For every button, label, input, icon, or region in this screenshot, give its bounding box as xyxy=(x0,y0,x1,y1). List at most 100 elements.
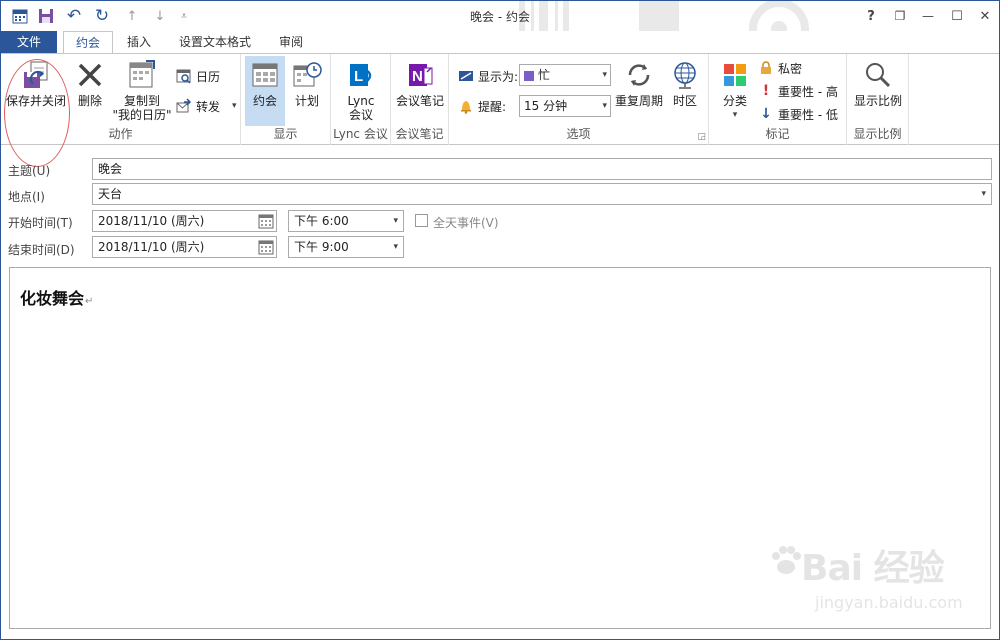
all-day-label: 全天事件(V) xyxy=(433,216,499,230)
show-as-icon xyxy=(457,67,475,85)
calendar-picker-icon[interactable] xyxy=(258,213,274,229)
group-zoom: 显示比例 显示比例 xyxy=(847,54,909,145)
group-show-label: 显示 xyxy=(273,127,298,141)
categorize-button[interactable]: 分类 ▾ xyxy=(713,58,757,122)
group-tags: 分类 ▾ 私密 ! 重要性 - 高 ↓ 重要性 - 低 标记 xyxy=(709,54,847,145)
tab-review[interactable]: 审阅 xyxy=(267,31,315,54)
svg-text:L: L xyxy=(354,68,363,85)
lync-label-line1: Lync xyxy=(347,94,375,108)
maximize-button[interactable]: ☐ xyxy=(943,5,971,27)
time-zones-label: 时区 xyxy=(672,94,697,108)
recurrence-button[interactable]: 重复周期 xyxy=(613,58,665,108)
group-meeting-notes: N 会议笔记 会议笔记 xyxy=(391,54,449,145)
chevron-down-icon: ▾ xyxy=(393,216,398,226)
group-show: 约会 计划 显示 xyxy=(241,54,331,145)
watermark-url: jingyan.baidu.com xyxy=(815,593,963,612)
title-bar: ↶ ↻ ↑ ↓ ⩡ 晚会 - 约会 ? ❐ — ☐ ✕ xyxy=(1,1,999,31)
group-actions-label: 动作 xyxy=(108,127,133,141)
low-importance-label: 重要性 - 低 xyxy=(778,107,838,122)
calendar-search-icon xyxy=(175,67,193,85)
calendar-button[interactable]: 日历 xyxy=(175,66,220,86)
time-zones-button[interactable]: 时区 xyxy=(667,58,703,108)
appointment-window: ↶ ↻ ↑ ↓ ⩡ 晚会 - 约会 ? ❐ — ☐ ✕ 文件 约会 插入 设置文… xyxy=(0,0,1000,640)
zoom-button[interactable]: 显示比例 xyxy=(851,58,905,108)
minimize-button[interactable]: — xyxy=(914,5,942,27)
end-time-label: 结束时间(D) xyxy=(8,243,75,257)
calendar-picker-icon[interactable] xyxy=(258,239,274,255)
scheduling-button[interactable]: 计划 xyxy=(289,58,325,108)
end-date-input[interactable]: 2018/11/10 (周六) xyxy=(92,236,277,258)
tab-appointment[interactable]: 约会 xyxy=(63,31,114,54)
calendar-label: 日历 xyxy=(196,69,221,84)
forward-dropdown-arrow-icon[interactable]: ▾ xyxy=(232,101,237,111)
onenote-icon: N xyxy=(403,58,437,92)
forward-button[interactable]: 转发 ▾ xyxy=(175,96,237,116)
high-importance-button[interactable]: ! 重要性 - 高 xyxy=(757,81,838,101)
window-title: 晚会 - 约会 xyxy=(470,10,530,24)
tab-format-text[interactable]: 设置文本格式 xyxy=(167,31,263,54)
paragraph-mark: ↵ xyxy=(85,296,94,307)
copy-to-my-calendar-button[interactable]: 复制到 "我的日历" xyxy=(109,58,175,122)
location-value: 天台 xyxy=(98,187,123,201)
chevron-down-icon[interactable]: ▾ xyxy=(981,184,986,204)
chevron-down-icon: ▾ xyxy=(602,101,607,111)
group-meeting-notes-label: 会议笔记 xyxy=(395,127,444,141)
svg-text:N: N xyxy=(412,68,423,85)
show-as-value: 忙 xyxy=(538,68,551,82)
start-date-input[interactable]: 2018/11/10 (周六) xyxy=(92,210,277,232)
copy-to-label-line2: "我的日历" xyxy=(112,108,172,122)
reminder-value: 15 分钟 xyxy=(524,99,568,113)
group-lync-label: Lync 会议 xyxy=(333,127,388,141)
lync-icon: L xyxy=(344,58,378,92)
scheduling-label: 计划 xyxy=(294,94,319,108)
start-date-value: 2018/11/10 (周六) xyxy=(98,214,205,228)
exclamation-icon: ! xyxy=(762,83,770,99)
subject-input[interactable]: 晚会 xyxy=(92,158,992,180)
forward-icon xyxy=(175,97,193,115)
save-and-close-label: 保存并关闭 xyxy=(5,94,66,108)
forward-label: 转发 xyxy=(196,99,221,114)
reminder-label-row: 提醒: xyxy=(457,96,506,116)
busy-swatch-icon xyxy=(524,70,534,81)
group-zoom-label: 显示比例 xyxy=(853,127,902,141)
start-time-dropdown[interactable]: 下午 6:00 ▾ xyxy=(288,210,404,232)
baidu-watermark: Bai 经验 jingyan.baidu.com xyxy=(769,535,969,625)
private-label: 私密 xyxy=(778,61,803,76)
show-as-dropdown[interactable]: 忙 ▾ xyxy=(519,64,611,86)
scheduling-icon xyxy=(290,58,324,92)
copy-to-calendar-icon xyxy=(125,58,159,92)
group-lync: L Lync 会议 Lync 会议 xyxy=(331,54,391,145)
start-time-value: 下午 6:00 xyxy=(294,214,349,228)
meeting-notes-button[interactable]: N 会议笔记 xyxy=(395,58,445,108)
bell-icon xyxy=(457,97,475,115)
tab-insert[interactable]: 插入 xyxy=(115,31,163,54)
ribbon-display-options-button[interactable]: ❐ xyxy=(886,5,914,27)
end-time-dropdown[interactable]: 下午 9:00 ▾ xyxy=(288,236,404,258)
close-button[interactable]: ✕ xyxy=(971,5,999,27)
reminder-dropdown[interactable]: 15 分钟 ▾ xyxy=(519,95,611,117)
save-and-close-button[interactable]: 保存并关闭 xyxy=(5,58,67,108)
private-button[interactable]: 私密 xyxy=(757,58,802,78)
delete-button[interactable]: 删除 xyxy=(71,58,109,108)
categorize-dropdown-arrow-icon: ▾ xyxy=(732,110,738,120)
options-dialog-launcher-icon[interactable]: ◲ xyxy=(697,132,706,142)
tab-file[interactable]: 文件 xyxy=(1,31,57,54)
end-time-value: 下午 9:00 xyxy=(294,240,349,254)
location-input[interactable]: 天台 ▾ xyxy=(92,183,992,205)
globe-icon xyxy=(668,58,702,92)
appointment-view-button[interactable]: 约会 xyxy=(245,56,285,126)
categorize-label: 分类 xyxy=(722,94,747,108)
recurrence-icon xyxy=(622,58,656,92)
help-button[interactable]: ? xyxy=(857,5,885,27)
save-and-close-icon xyxy=(19,58,53,92)
chevron-down-icon: ▾ xyxy=(393,242,398,252)
low-importance-button[interactable]: ↓ 重要性 - 低 xyxy=(757,104,838,124)
magnifier-icon xyxy=(861,58,895,92)
all-day-checkbox[interactable] xyxy=(415,214,428,227)
lock-icon xyxy=(757,59,775,77)
lync-label-line2: 会议 xyxy=(348,108,373,122)
start-time-label: 开始时间(T) xyxy=(8,216,73,230)
delete-label: 删除 xyxy=(77,94,102,108)
zoom-label: 显示比例 xyxy=(853,94,902,108)
lync-meeting-button[interactable]: L Lync 会议 xyxy=(341,58,381,122)
